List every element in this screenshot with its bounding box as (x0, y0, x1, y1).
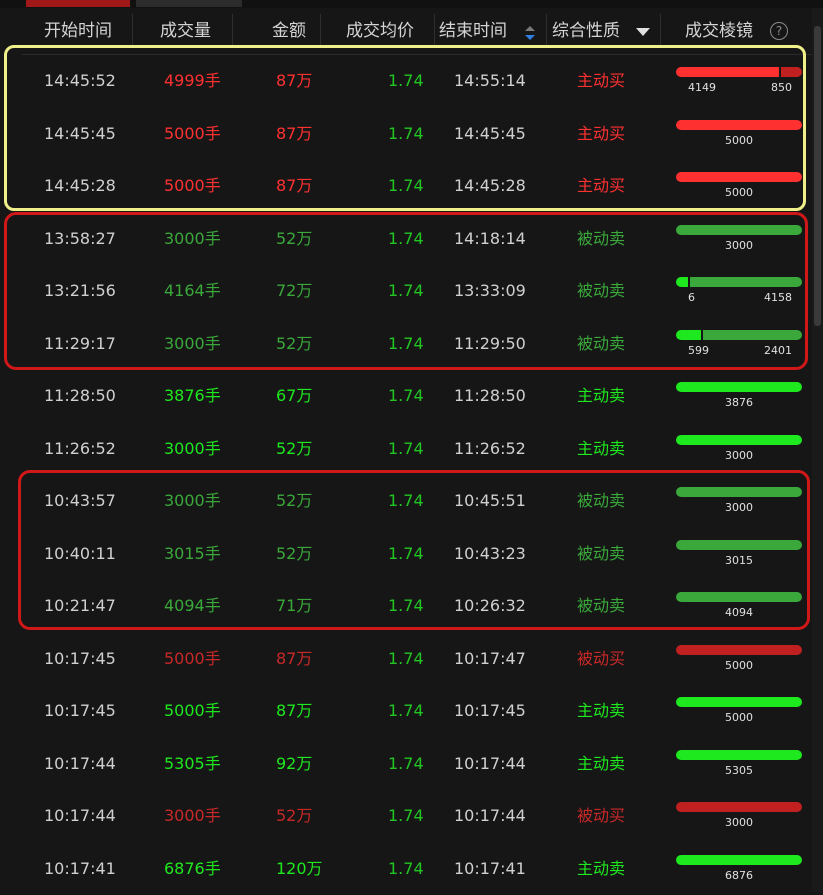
prism-bar-label: 3000 (676, 449, 802, 463)
volume-cell: 5305手 (164, 738, 221, 791)
volume-cell: 3000手 (164, 790, 221, 843)
prism-bar (676, 855, 802, 865)
volume-cell: 3876手 (164, 370, 221, 423)
table-row[interactable]: 10:17:45 5000手 87万 1.74 10:17:47 被动买 5000 (22, 633, 812, 686)
table-row[interactable]: 11:26:52 3000手 52万 1.74 11:26:52 主动卖 3000 (22, 423, 812, 476)
end-time-cell: 11:28:50 (454, 370, 526, 423)
avg-price-cell: 1.74 (388, 370, 424, 423)
avg-price-cell: 1.74 (388, 790, 424, 843)
end-time-cell: 10:17:47 (454, 633, 526, 686)
nature-cell: 主动卖 (577, 685, 625, 738)
volume-cell: 5000手 (164, 685, 221, 738)
prism-bar-label: 5000 (676, 659, 802, 673)
prism-bar (676, 802, 802, 812)
nature-cell: 主动卖 (577, 423, 625, 476)
avg-price-cell: 1.74 (388, 738, 424, 791)
table-row[interactable]: 10:17:44 5305手 92万 1.74 10:17:44 主动卖 5305 (22, 738, 812, 791)
prism-bar (676, 435, 802, 445)
start-time-cell: 10:17:44 (44, 790, 116, 843)
prism-bar-segment (676, 645, 802, 655)
prism-bar-label: 5305 (676, 764, 802, 778)
help-icon[interactable]: ? (770, 22, 788, 40)
start-time-cell: 10:17:44 (44, 738, 116, 791)
table-row[interactable]: 10:17:44 3000手 52万 1.74 10:17:44 被动买 3000 (22, 790, 812, 843)
end-time-cell: 10:17:44 (454, 790, 526, 843)
avg-price-cell: 1.74 (388, 685, 424, 738)
table-row[interactable]: 10:17:41 6876手 120万 1.74 10:17:41 主动卖 6876 (22, 843, 812, 895)
avg-price-cell: 1.74 (388, 633, 424, 686)
avg-price-cell: 1.74 (388, 843, 424, 895)
tab-active[interactable] (26, 0, 130, 7)
prism-bar-label: 3000 (676, 816, 802, 830)
prism-bar-label: 6876 (676, 869, 802, 883)
amount-cell: 52万 (276, 423, 312, 476)
end-time-cell: 11:26:52 (454, 423, 526, 476)
prism-bar-segment (676, 697, 802, 707)
amount-cell: 92万 (276, 738, 312, 791)
header-divider (660, 14, 661, 48)
header-divider (434, 14, 435, 48)
nature-cell: 主动卖 (577, 843, 625, 895)
start-time-cell: 10:17:45 (44, 633, 116, 686)
sort-icon[interactable] (525, 26, 535, 40)
highlight-box-red (18, 470, 810, 630)
end-time-cell: 10:17:45 (454, 685, 526, 738)
prism-bar (676, 382, 802, 392)
amount-cell: 67万 (276, 370, 312, 423)
avg-price-cell: 1.74 (388, 423, 424, 476)
prism-bar-segment (676, 750, 802, 760)
volume-cell: 5000手 (164, 633, 221, 686)
amount-cell: 87万 (276, 633, 312, 686)
header-divider (232, 14, 233, 48)
table-row[interactable]: 11:28:50 3876手 67万 1.74 11:28:50 主动卖 3876 (22, 370, 812, 423)
header-divider (320, 14, 321, 48)
prism-bar-segment (676, 435, 802, 445)
prism-bar (676, 750, 802, 760)
nature-cell: 被动买 (577, 633, 625, 686)
prism-bar-segment (676, 855, 802, 865)
volume-cell: 3000手 (164, 423, 221, 476)
prism-bar-segment (676, 802, 802, 812)
tab-inactive[interactable] (136, 0, 242, 7)
header-divider (132, 14, 133, 48)
prism-bar (676, 645, 802, 655)
nature-cell: 主动卖 (577, 738, 625, 791)
amount-cell: 87万 (276, 685, 312, 738)
prism-bar (676, 697, 802, 707)
start-time-cell: 11:26:52 (44, 423, 116, 476)
scrollbar-thumb[interactable] (814, 26, 821, 326)
highlight-box-yellow (4, 45, 806, 211)
amount-cell: 120万 (276, 843, 323, 895)
header-divider (546, 14, 547, 48)
end-time-cell: 10:17:41 (454, 843, 526, 895)
start-time-cell: 11:28:50 (44, 370, 116, 423)
prism-bar-segment (676, 382, 802, 392)
dropdown-arrow-icon[interactable] (636, 28, 650, 36)
nature-cell: 被动买 (577, 790, 625, 843)
nature-cell: 主动卖 (577, 370, 625, 423)
prism-bar-label: 3876 (676, 396, 802, 410)
volume-cell: 6876手 (164, 843, 221, 895)
table-row[interactable]: 10:17:45 5000手 87万 1.74 10:17:45 主动卖 5000 (22, 685, 812, 738)
start-time-cell: 10:17:45 (44, 685, 116, 738)
prism-bar-label: 5000 (676, 711, 802, 725)
start-time-cell: 10:17:41 (44, 843, 116, 895)
end-time-cell: 10:17:44 (454, 738, 526, 791)
highlight-box-red (4, 212, 808, 370)
amount-cell: 52万 (276, 790, 312, 843)
